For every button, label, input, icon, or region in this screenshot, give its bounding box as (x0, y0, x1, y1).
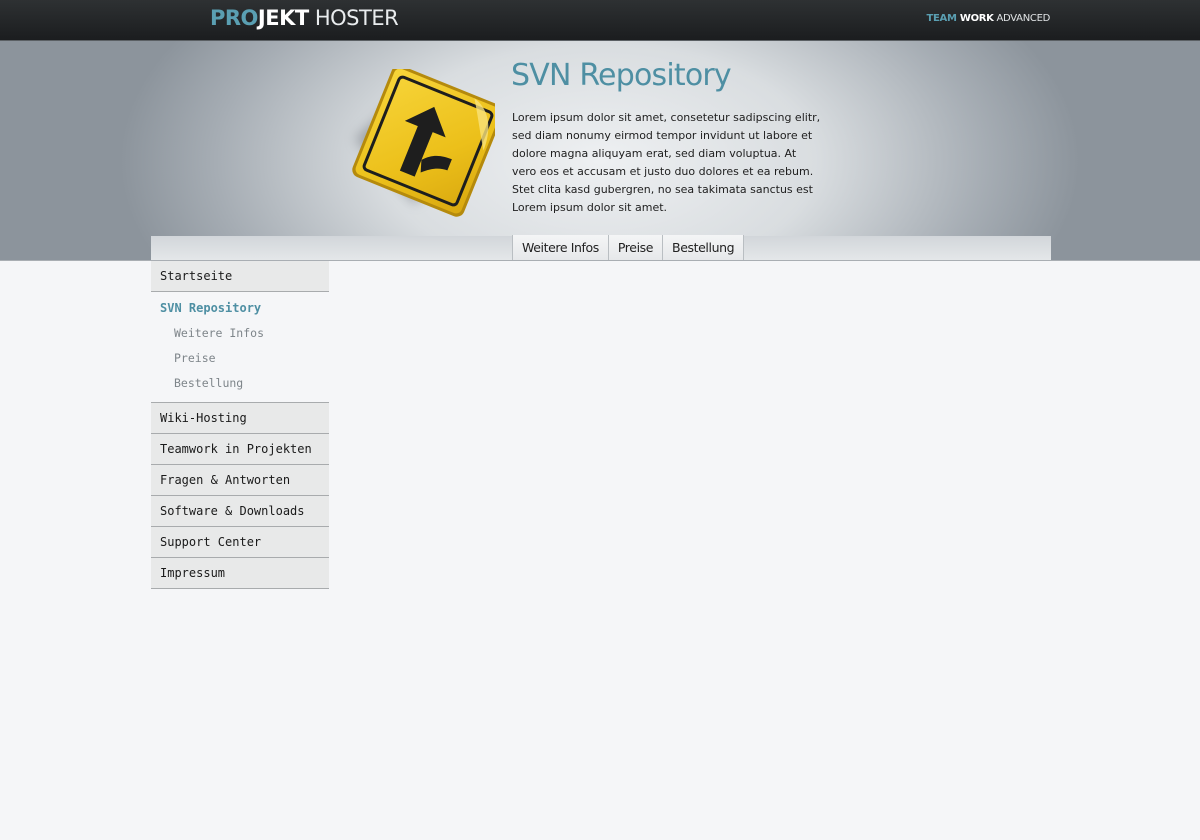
tagline-advanced: ADVANCED (993, 13, 1051, 24)
sidebar-item-impressum[interactable]: Impressum (151, 558, 329, 589)
merge-road-sign-icon (325, 65, 504, 219)
top-bar: PROJEKT HOSTER TEAM WORK ADVANCED (0, 0, 1200, 41)
subnav: Weitere Infos Preise Bestellung (512, 235, 745, 260)
sidebar-item-startseite[interactable]: Startseite (151, 261, 329, 292)
sidebar-item-downloads[interactable]: Software & Downloads (151, 496, 329, 527)
sidebar-item-svn-repository[interactable]: SVN Repository (151, 295, 329, 321)
sidebar-subitem-bestellung[interactable]: Bestellung (151, 371, 329, 396)
tagline-team: TEAM (926, 13, 957, 24)
page-title: SVN Repository (511, 58, 732, 93)
tab-preise[interactable]: Preise (608, 235, 664, 260)
sidebar-item-support[interactable]: Support Center (151, 527, 329, 558)
sidebar-subitem-preise[interactable]: Preise (151, 346, 329, 371)
logo-part-jekt: JEKT (257, 6, 309, 30)
logo-part-hoster: HOSTER (308, 6, 399, 30)
site-logo[interactable]: PROJEKT HOSTER (210, 6, 399, 30)
tab-weitere-infos[interactable]: Weitere Infos (513, 235, 609, 260)
tagline-work: WORK (956, 13, 994, 24)
sidebar-item-wiki-hosting[interactable]: Wiki-Hosting (151, 403, 329, 434)
hero-banner: SVN Repository Lorem ipsum dolor sit ame… (0, 41, 1200, 261)
tab-bestellung[interactable]: Bestellung (663, 235, 745, 260)
sidebar-nav: Startseite SVN Repository Weitere Infos … (151, 261, 329, 589)
intro-text: Lorem ipsum dolor sit amet, consetetur s… (512, 111, 821, 214)
tagline: TEAM WORK ADVANCED (927, 13, 1051, 24)
sidebar-section-svn: SVN Repository Weitere Infos Preise Best… (151, 292, 329, 402)
sidebar-subitem-weitere-infos[interactable]: Weitere Infos (151, 321, 329, 346)
sidebar-item-faq[interactable]: Fragen & Antworten (151, 465, 329, 496)
logo-part-pro: PRO (210, 6, 258, 30)
sidebar-item-teamwork[interactable]: Teamwork in Projekten (151, 434, 329, 465)
